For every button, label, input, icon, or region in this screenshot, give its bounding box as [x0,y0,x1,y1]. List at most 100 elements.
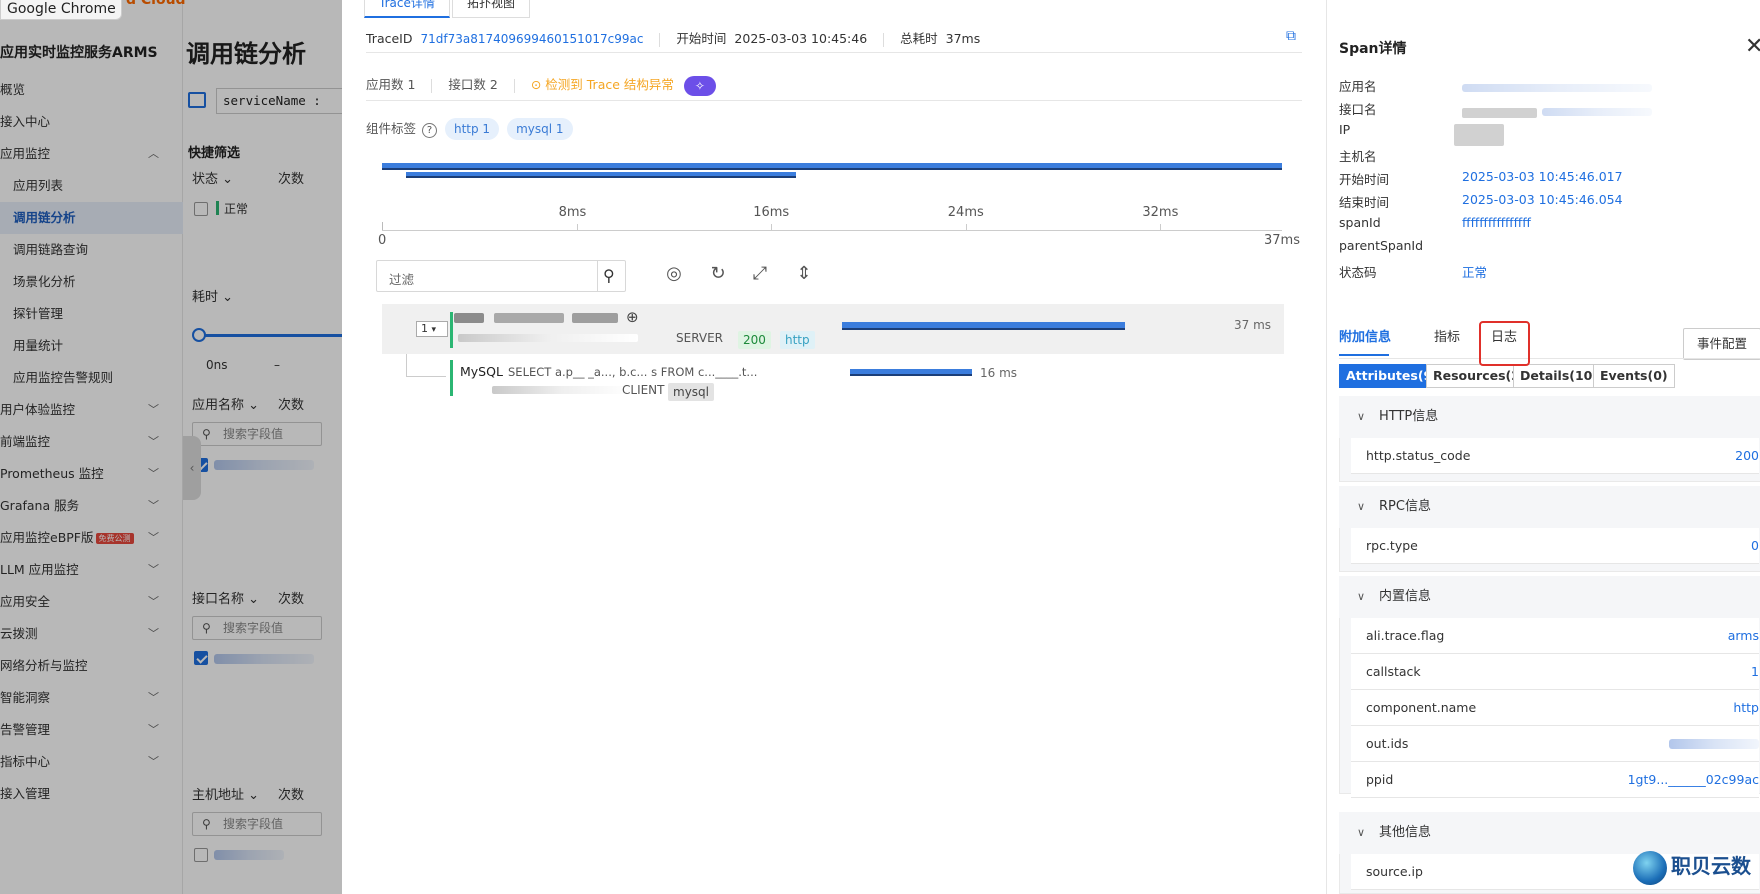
chevron-down-icon: ∨ [1357,826,1366,839]
section-title: HTTP信息 [1379,409,1439,424]
traceid-value[interactable]: 71df73a817409699460151017c99ac [420,32,643,46]
close-icon[interactable]: ✕ [1745,34,1760,59]
seg-events[interactable]: Events(0) [1593,364,1675,388]
span-field-value: 2025-03-03 10:45:46.054 [1462,192,1623,207]
app-count: 应用数 1 [366,77,416,92]
chevron-down-icon: ∨ [1357,590,1366,603]
trace-summary: 应用数 1 接口数 2 ⊙ 检测到 Trace 结构异常 ✧ [366,74,716,96]
locate-icon[interactable]: ◎ [662,262,686,286]
watermark-text: 职贝云数 [1671,854,1751,878]
span-field-label: 状态码 [1339,264,1377,280]
warning-icon: ⊙ [530,77,542,92]
span-field-label: 接口名 [1339,102,1377,118]
axis-start: 0 [378,233,387,248]
seg-details[interactable]: Details(10) [1513,364,1606,388]
span-field-value: ffffffffffffffff [1462,215,1531,231]
attr-value[interactable]: 200 [1735,438,1759,474]
attr-row: out.ids [1351,726,1759,762]
tab-metrics[interactable]: 指标 [1434,326,1460,345]
attr-key: out.ids [1366,736,1409,751]
span-bar [850,369,973,376]
help-icon[interactable]: ? [422,123,437,138]
attr-value[interactable]: http [1733,690,1759,726]
section-rpc[interactable]: ∨ RPC信息 [1339,486,1760,528]
section-title: 内置信息 [1379,589,1432,604]
span-sql: SELECT a.p__ _a..., b.c... s FROM c...__… [508,365,758,379]
event-config-button[interactable]: 事件配置 [1683,328,1760,360]
attr-value[interactable]: arms [1728,618,1759,654]
attr-value[interactable]: 1gt9...______02c99ac [1628,762,1759,798]
start-time-value: 2025-03-03 10:45:46 [734,31,868,46]
attr-key: source.ip [1366,864,1423,879]
globe-logo-icon [1633,850,1667,885]
span-row-mysql[interactable]: MySQL SELECT a.p__ _a..., b.c... s FROM … [382,358,1284,404]
attr-row: http.status_code 200 [1351,438,1759,474]
span-kind: SERVER [676,331,724,345]
span-field-label: 应用名 [1339,79,1377,94]
zoom-in-icon[interactable]: ⊕ [626,308,639,326]
expand-collapse-icon[interactable]: ⇕ [792,262,816,286]
axis-tick-label: 8ms [558,205,587,220]
search-icon[interactable]: ⚲ [603,266,615,285]
attr-value[interactable]: 0 [1751,528,1759,564]
filter-placeholder: 过滤 [389,272,415,287]
redacted-ip [1454,124,1504,146]
component-tags: 组件标签 ? http 1 mysql 1 [366,118,573,140]
tab-topology[interactable]: 拓扑视图 [452,0,531,18]
open-external-icon[interactable]: ⧉ [1286,28,1296,44]
highlight-box-logs-tab [1479,321,1530,366]
chevron-down-icon: ∨ [1357,410,1366,423]
attr-row: rpc.type 0 [1351,528,1759,564]
axis-tick-label: 32ms [1142,205,1179,220]
span-panel-title: Span详情 [1339,41,1407,57]
attr-value[interactable]: 1 [1751,654,1759,690]
axis-tick [965,224,967,230]
axis-tick [1160,224,1162,230]
watermark: 职贝云数 [1633,850,1751,885]
trace-warning[interactable]: 检测到 Trace 结构异常 [545,77,674,92]
trace-detail-panel: Trace详情 拓扑视图 TraceID 71df73a817409699460… [342,0,1326,894]
span-row-root[interactable]: 1 ▾ ⊕ SERVER 200 http 37 ms [382,304,1284,354]
ai-diagnose-icon[interactable]: ✧ [683,75,716,96]
overview-bar-root [382,163,1282,170]
redacted-app [1462,84,1652,92]
span-field-label: 主机名 [1339,148,1377,164]
span-expand-select[interactable]: 1 ▾ [416,321,448,337]
traceid-label: TraceID [366,31,413,46]
modal-overlay[interactable] [0,0,342,894]
axis-tick [771,224,773,230]
span-bar [842,322,1125,330]
span-field-label: parentSpanId [1339,238,1424,254]
span-kind: CLIENT [622,383,665,397]
tag-pill-http[interactable]: http 1 [444,118,500,140]
trace-header: TraceID 71df73a817409699460151017c99ac 开… [366,28,1300,52]
tag-pill-mysql[interactable]: mysql 1 [507,118,573,140]
browser-tab[interactable]: Google Chrome [0,0,122,20]
span-field-label: 开始时间 [1339,171,1390,187]
attr-key: ppid [1366,772,1394,787]
span-detail-panel: Span详情 ✕ 应用名 接口名 IP 主机名 开始时间 2025-03-03 10:45… [1326,0,1760,894]
chevron-down-icon: ▾ [431,325,437,335]
span-field-value: 正常 [1462,264,1488,280]
section-http[interactable]: ∨ HTTP信息 [1339,396,1760,438]
section-builtin[interactable]: ∨ 内置信息 [1339,576,1760,618]
component-badge: http [780,331,815,349]
total-duration-value: 37ms [945,31,981,46]
section-title: 其他信息 [1379,825,1432,840]
span-duration: 37 ms [1234,318,1272,332]
attr-key: http.status_code [1366,448,1471,463]
tab-trace-detail[interactable]: Trace详情 [364,0,450,18]
span-expand-count: 1 [421,322,428,335]
span-filter-input[interactable]: 过滤 ⚲ [376,260,626,292]
attr-key: component.name [1366,700,1477,715]
span-duration: 16 ms [980,366,1018,380]
refresh-icon[interactable]: ↻ [706,262,730,286]
tab-extra-info[interactable]: 附加信息 [1339,326,1391,345]
attr-key: ali.trace.flag [1366,628,1445,643]
fullscreen-icon[interactable]: ⤢ [748,262,772,286]
attr-key: rpc.type [1366,538,1418,553]
redacted-value [1669,739,1759,749]
span-field-label: spanId [1339,215,1381,231]
start-time-label: 开始时间 [676,31,727,46]
section-other[interactable]: ∨ 其他信息 [1339,812,1760,854]
